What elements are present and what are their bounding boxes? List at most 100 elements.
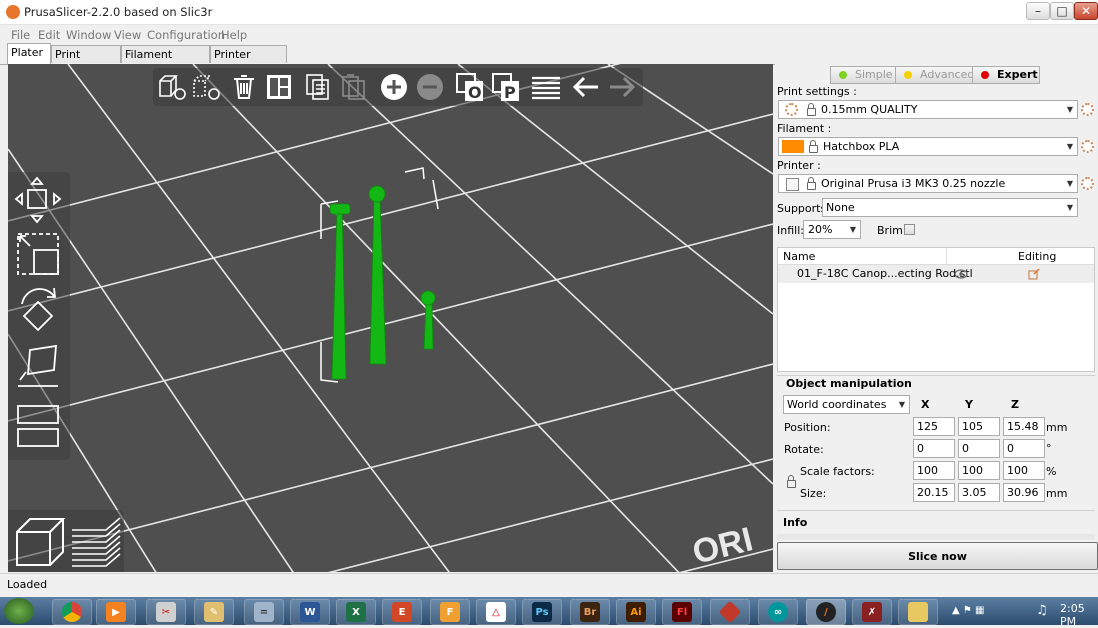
menu-edit[interactable]: Edit [38, 28, 60, 42]
menu-configuration[interactable]: Configuration [147, 28, 225, 42]
svg-text:P: P [504, 83, 516, 102]
volume-icon[interactable]: ♫ [1036, 603, 1048, 618]
taskbar-tools-icon[interactable]: ✗ [852, 599, 892, 625]
taskbar-photoshop-icon[interactable]: Ps [522, 599, 562, 625]
add-instance-icon[interactable] [379, 72, 409, 102]
uniform-scale-lock-icon[interactable] [787, 475, 796, 488]
menu-window[interactable]: Window [66, 28, 111, 42]
layers-editing-icon[interactable] [531, 72, 561, 102]
infill-value: 20% [808, 223, 833, 236]
taskbar-calculator-icon[interactable]: = [244, 599, 284, 625]
tray-icons[interactable]: ▲ ⚑ ▦ [952, 605, 984, 616]
taskbar-prusaslicer-icon[interactable]: / [806, 599, 846, 625]
clock[interactable]: 2:05 PM [1060, 602, 1098, 628]
size-x-field[interactable]: 20.15 [913, 483, 955, 502]
taskbar-file-icon[interactable]: F [430, 599, 470, 625]
printer-edit-gear-icon[interactable] [1081, 177, 1094, 190]
mode-advanced-button[interactable]: Advanced [895, 66, 974, 84]
add-object-icon[interactable] [157, 72, 187, 102]
taskbar-arduino-icon[interactable]: ∞ [758, 599, 798, 625]
column-name[interactable]: Name [783, 250, 815, 263]
paste-icon[interactable] [339, 72, 369, 102]
scale-label: Scale factors: [800, 465, 875, 478]
taskbar-word-icon[interactable]: W [290, 599, 330, 625]
taskbar-3d-app-icon[interactable] [710, 599, 750, 625]
redo-arrow-icon[interactable] [607, 72, 637, 102]
menu-help[interactable]: Help [221, 28, 247, 42]
split-to-parts-icon[interactable]: P [491, 72, 521, 102]
maximize-button[interactable]: □ [1050, 2, 1074, 20]
undo-arrow-icon[interactable] [571, 72, 601, 102]
mode-expert-button[interactable]: Expert [972, 66, 1040, 84]
tab-plater[interactable]: Plater [7, 43, 51, 65]
taskbar-flash-icon[interactable]: Fl [662, 599, 702, 625]
arrange-icon[interactable] [264, 72, 294, 102]
split-to-objects-icon[interactable]: O [455, 72, 485, 102]
minimize-button[interactable]: – [1026, 2, 1050, 20]
size-z-field[interactable]: 30.96 [1003, 483, 1045, 502]
infill-label: Infill: [777, 224, 804, 237]
tab-printer-settings[interactable]: Printer Settings [210, 45, 287, 79]
taskbar-explorer-icon[interactable] [898, 599, 938, 625]
place-on-face-icon[interactable] [14, 342, 62, 390]
mode-simple-button[interactable]: Simple [830, 66, 896, 84]
supports-combo[interactable]: None ▼ [822, 198, 1078, 217]
coordinate-system-combo[interactable]: World coordinates ▼ [783, 395, 910, 414]
cut-tool-icon[interactable] [14, 402, 62, 450]
prusaslicer-logo-icon [6, 5, 20, 19]
rotate-y-field[interactable]: 0 [958, 439, 1000, 458]
delete-object-icon[interactable] [191, 72, 221, 102]
window-title: PrusaSlicer-2.2.0 based on Slic3r [24, 5, 213, 19]
menu-view[interactable]: View [114, 28, 141, 42]
taskbar-media-player-icon[interactable]: ▶ [96, 599, 136, 625]
rotate-x-field[interactable]: 0 [913, 439, 955, 458]
print-settings-edit-gear-icon[interactable] [1081, 103, 1094, 116]
rotate-tool-icon[interactable] [14, 284, 62, 332]
scale-x-field[interactable]: 100 [913, 461, 955, 480]
tab-filament-settings[interactable]: Filament Settings [121, 45, 210, 79]
object-name: 01_F-18C Canop...ecting Rod.stl [797, 267, 973, 280]
taskbar-chrome-icon[interactable] [52, 599, 92, 625]
rotate-z-field[interactable]: 0 [1003, 439, 1045, 458]
column-editing[interactable]: Editing [1018, 250, 1056, 263]
filament-combo[interactable]: Hatchbox PLA ▼ [778, 137, 1078, 156]
print-settings-combo[interactable]: 0.15mm QUALITY ▼ [778, 100, 1078, 119]
position-y-field[interactable]: 105 [958, 417, 1000, 436]
taskbar-excel-icon[interactable]: X [336, 599, 376, 625]
preview-layers-icon[interactable] [70, 516, 122, 568]
taskbar-illustrator-icon[interactable]: Ai [616, 599, 656, 625]
scale-tool-icon[interactable] [14, 230, 62, 278]
mode-expert-label: Expert [997, 68, 1038, 81]
printer-combo[interactable]: Original Prusa i3 MK3 0.25 nozzle ▼ [778, 174, 1078, 193]
scale-y-field[interactable]: 100 [958, 461, 1000, 480]
brim-checkbox[interactable] [904, 224, 915, 235]
taskbar-snipping-tool-icon[interactable]: ✂ [146, 599, 186, 625]
3d-view-icon[interactable] [14, 516, 66, 568]
svg-text:O: O [468, 83, 482, 102]
taskbar-acrobat-icon[interactable]: △ [476, 599, 516, 625]
move-tool-icon[interactable] [14, 176, 62, 224]
size-y-field[interactable]: 3.05 [958, 483, 1000, 502]
edit-settings-icon[interactable] [1028, 268, 1040, 280]
start-button[interactable] [4, 598, 34, 624]
delete-all-icon[interactable] [229, 72, 259, 102]
remove-instance-icon[interactable] [415, 72, 445, 102]
slice-now-button[interactable]: Slice now [777, 542, 1098, 570]
taskbar-app-icon[interactable]: E [382, 599, 422, 625]
scale-z-field[interactable]: 100 [1003, 461, 1045, 480]
3d-viewport[interactable]: ORI O P [8, 64, 773, 572]
tab-bar: Plater Print Settings Filament Settings … [0, 43, 1098, 79]
eye-icon[interactable] [954, 269, 968, 279]
tab-print-settings[interactable]: Print Settings [51, 45, 121, 79]
copy-icon[interactable] [303, 72, 333, 102]
list-item[interactable]: 01_F-18C Canop...ecting Rod.stl [778, 265, 1094, 283]
taskbar-bridge-icon[interactable]: Br [570, 599, 610, 625]
infill-combo[interactable]: 20% ▼ [803, 220, 861, 239]
position-z-field[interactable]: 15.48 [1003, 417, 1045, 436]
filament-edit-gear-icon[interactable] [1081, 140, 1094, 153]
close-button[interactable]: ✕ [1074, 2, 1098, 20]
gizmo-toolbar [8, 172, 70, 460]
menu-file[interactable]: File [11, 28, 30, 42]
taskbar-paint-icon[interactable]: ✎ [194, 599, 234, 625]
position-x-field[interactable]: 125 [913, 417, 955, 436]
